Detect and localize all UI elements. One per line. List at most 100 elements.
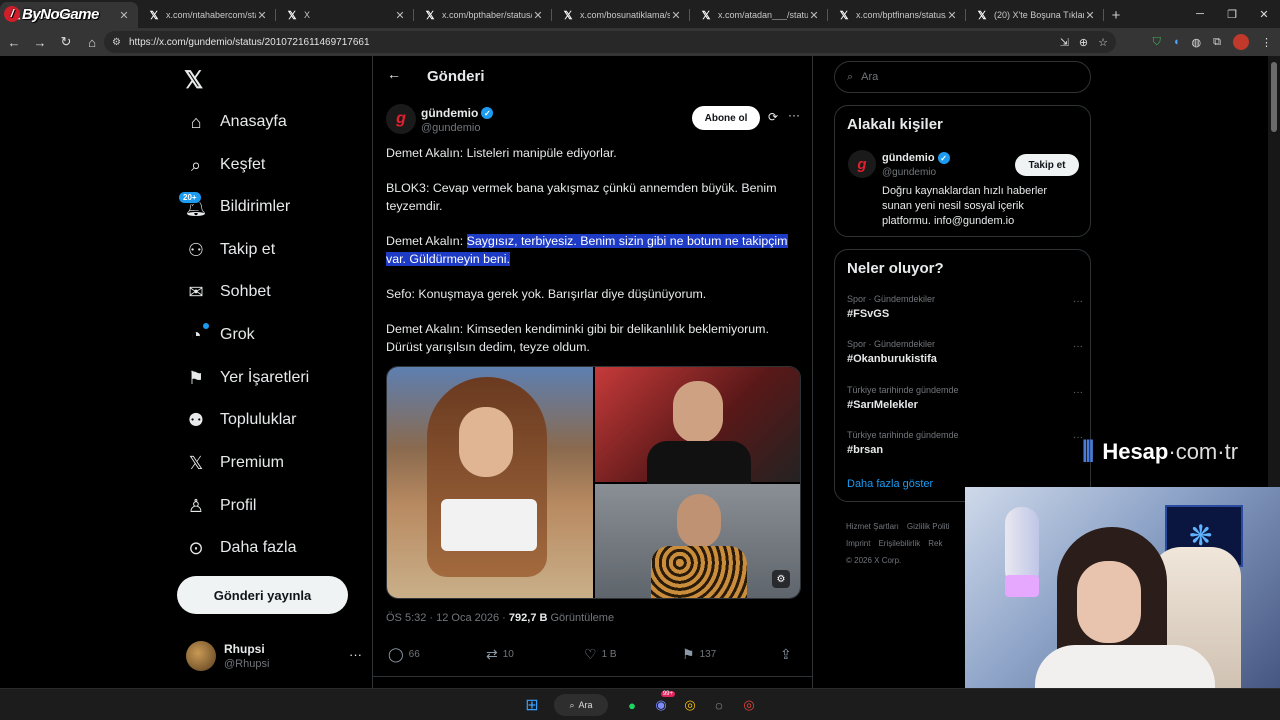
x-logo-icon[interactable]: 𝕏 xyxy=(184,66,203,95)
menu-icon[interactable]: ⋮ xyxy=(1261,36,1272,49)
trend-name: #brsan xyxy=(847,444,884,456)
close-icon[interactable]: ✕ xyxy=(808,9,820,22)
footer-link[interactable]: Rek xyxy=(928,539,942,548)
install-app-icon[interactable]: ⇲ xyxy=(1060,36,1069,49)
forward-icon[interactable]: → xyxy=(28,30,52,54)
extension-icon[interactable]: ◍ xyxy=(1192,36,1202,49)
back-icon[interactable]: ← xyxy=(2,30,26,54)
obs-icon[interactable]: ◌ xyxy=(709,695,729,715)
restore-icon[interactable]: ❐ xyxy=(1216,0,1248,28)
close-icon[interactable]: ✕ xyxy=(256,9,268,22)
repost-button[interactable]: ⇄ 10 xyxy=(486,646,514,663)
webcam-overlay: ❋ xyxy=(965,487,1280,720)
trend-item[interactable]: Türkiye tarihinde gündemde #brsan ··· xyxy=(847,430,1083,466)
shield-extension-icon[interactable]: ⛉ xyxy=(1153,36,1161,49)
spotify-icon[interactable]: ● xyxy=(622,695,642,715)
post-button[interactable]: Gönderi yayınla xyxy=(177,576,348,614)
grok-explain-icon[interactable]: ⟳ xyxy=(768,110,778,124)
close-icon[interactable]: ✕ xyxy=(946,9,958,22)
nav-item-follow[interactable]: ⚇ Takip et xyxy=(184,230,275,270)
nav-item-home[interactable]: ⌂ Anasayfa xyxy=(184,102,287,142)
bookmark-button[interactable]: ⚑ 137 xyxy=(682,646,716,663)
footer-link[interactable]: Hizmet Şartları xyxy=(846,522,899,531)
media-settings-icon[interactable]: ⚙ xyxy=(772,570,790,588)
discord-icon[interactable]: ◉ 99+ xyxy=(651,691,675,715)
bookmark-count: 137 xyxy=(699,649,717,660)
reply-icon: ◯ xyxy=(388,646,404,662)
browser-tab[interactable]: 𝕏 (20) X'te Boşuna Tıklama: ✕ xyxy=(966,2,1104,28)
nav-item-bookmarks[interactable]: ⚑ Yer İşaretleri xyxy=(184,358,309,398)
post-text-line: Demet Akalın: Listeleri manipüle ediyorl… xyxy=(386,146,617,160)
trend-item[interactable]: Spor · Gündemdekiler #FSvGS ··· xyxy=(847,294,1083,330)
chrome-active-icon[interactable]: ◎ xyxy=(739,695,759,715)
browser-tab[interactable]: 𝕏 x.com/bpthaber/status/20 ✕ xyxy=(414,2,552,28)
more-icon[interactable]: ··· xyxy=(1073,387,1083,398)
communities-icon: ⚉ xyxy=(187,409,205,430)
browser-tab[interactable]: 𝕏 x.com/bptfinans/status/20 ✕ xyxy=(828,2,966,28)
nav-item-explore[interactable]: ⌕ Keşfet xyxy=(184,145,265,185)
new-tab-button[interactable]: + xyxy=(1104,2,1128,28)
account-switcher[interactable]: Rhupsi @Rhupsi ··· xyxy=(186,639,362,673)
chrome-icon[interactable]: ◎ xyxy=(680,695,700,715)
more-icon[interactable]: ··· xyxy=(1073,341,1083,352)
search-input[interactable]: ⌕ Ara xyxy=(834,61,1091,93)
trend-item[interactable]: Spor · Gündemdekiler #Okanburukistifa ··… xyxy=(847,339,1083,375)
bookmark-star-icon[interactable]: ☆ xyxy=(1098,36,1108,49)
post-image[interactable] xyxy=(595,367,800,485)
post-timestamp[interactable]: ÖS 5:32 · 12 Oca 2026 · xyxy=(386,612,509,624)
show-more-link[interactable]: Daha fazla göster xyxy=(847,478,933,490)
reply-button[interactable]: ◯ 66 xyxy=(388,646,420,663)
browser-tab[interactable]: 𝕏 X ✕ xyxy=(276,2,414,28)
trend-item[interactable]: Türkiye tarihinde gündemde #SarıMelekler… xyxy=(847,385,1083,421)
nav-item-notifications[interactable]: 🔔︎ 20+ Bildirimler xyxy=(178,187,290,227)
site-info-icon[interactable]: ⚙ xyxy=(112,37,121,48)
audio-extension-icon[interactable]: ◖ xyxy=(1173,36,1180,48)
left-navigation: 𝕏 ⌂ Anasayfa ⌕ Keşfet 🔔︎ 20+ Bildirimler … xyxy=(170,56,370,688)
footer-link[interactable]: Imprint xyxy=(846,539,870,548)
browser-tab[interactable]: 𝕏 x.com/ntahabercom/statu ✕ xyxy=(138,2,276,28)
footer-link[interactable]: Gizlilik Politi xyxy=(907,522,950,531)
follow-button[interactable]: Takip et xyxy=(1015,154,1079,176)
nav-item-grok[interactable]: ◔ Grok xyxy=(184,315,255,355)
browser-tab[interactable]: 𝕏 x.com/atadan___/status/ ✕ xyxy=(690,2,828,28)
like-button[interactable]: ♡ 1 B xyxy=(584,646,617,663)
related-name-row[interactable]: gündemio ✓ xyxy=(882,152,950,164)
footer-link[interactable]: Erişilebilirlik xyxy=(878,539,920,548)
avatar[interactable]: g xyxy=(848,150,876,178)
reload-icon[interactable]: ↻ xyxy=(54,30,78,54)
close-icon[interactable]: ✕ xyxy=(394,9,406,22)
nav-item-premium[interactable]: 𝕏 Premium xyxy=(184,443,284,483)
more-icon[interactable]: ··· xyxy=(1073,296,1083,307)
author-handle[interactable]: @gundemio xyxy=(421,122,480,134)
close-icon[interactable]: ✕ xyxy=(532,9,544,22)
reply-count: 66 xyxy=(408,649,420,660)
taskbar-search[interactable]: ⌕ Ara xyxy=(554,694,608,716)
author-name-row[interactable]: gündemio ✓ xyxy=(421,106,494,120)
post-image[interactable] xyxy=(595,484,800,598)
close-window-icon[interactable]: ✕ xyxy=(1248,0,1280,28)
home-icon[interactable]: ⌂ xyxy=(80,30,104,54)
more-icon[interactable]: ··· xyxy=(788,108,800,122)
post-image[interactable] xyxy=(387,367,593,598)
back-arrow-icon[interactable]: ← xyxy=(387,66,401,82)
nav-item-profile[interactable]: ♙ Profil xyxy=(184,486,257,526)
close-icon[interactable]: ✕ xyxy=(1084,9,1096,22)
browser-tab[interactable]: 𝕏 x.com/bosunatiklama/stat ✕ xyxy=(552,2,690,28)
like-count: 1 B xyxy=(601,649,617,660)
close-icon[interactable]: ✕ xyxy=(670,9,682,22)
windows-start-icon[interactable]: ⊞ xyxy=(522,695,542,715)
close-icon[interactable]: ✕ xyxy=(118,9,130,22)
url-field[interactable]: ⚙ https://x.com/gundemio/status/20107216… xyxy=(104,31,1116,53)
nav-item-chat[interactable]: ✉ Sohbet xyxy=(184,272,270,312)
puzzle-icon[interactable]: ⧉ xyxy=(1213,36,1221,49)
more-icon[interactable]: ··· xyxy=(349,647,362,662)
avatar[interactable]: g xyxy=(386,104,416,134)
subscribe-button[interactable]: Abone ol xyxy=(692,106,760,130)
share-button[interactable]: ⇪ xyxy=(780,646,797,663)
nav-item-more[interactable]: ⊙ Daha fazla xyxy=(184,528,296,568)
minimize-icon[interactable]: ─ xyxy=(1184,0,1216,28)
profile-avatar-icon[interactable] xyxy=(1233,34,1249,50)
zoom-icon[interactable]: ⊕ xyxy=(1079,36,1088,49)
tab-title: x.com/bptfinans/status/20 xyxy=(856,10,946,20)
nav-item-communities[interactable]: ⚉ Topluluklar xyxy=(184,400,297,440)
